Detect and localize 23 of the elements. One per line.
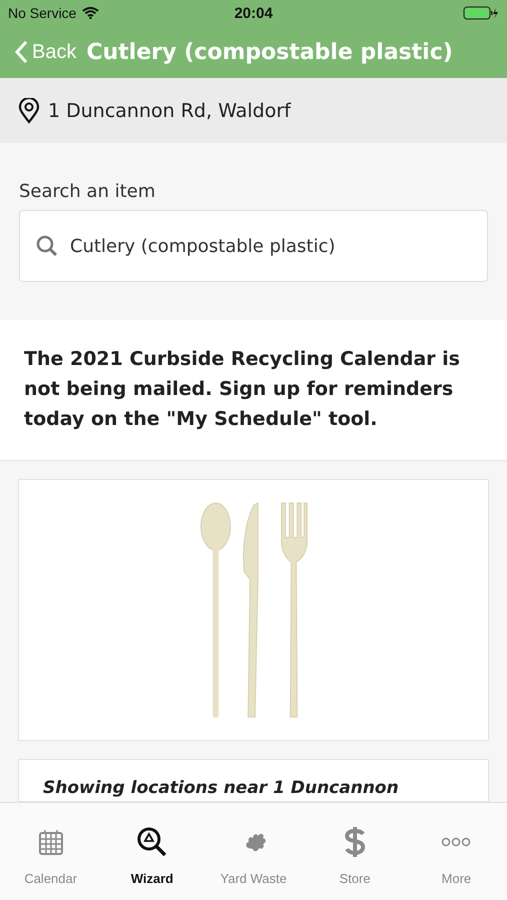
page-title: Cutlery (compostable plastic) <box>86 40 453 64</box>
chevron-left-icon <box>14 40 28 64</box>
search-label: Search an item <box>19 181 156 202</box>
address-text: 1 Duncannon Rd, Waldorf <box>48 100 291 122</box>
tab-bar-item[interactable]: Wizard <box>101 803 203 900</box>
tab-bar-item[interactable]: Yard Waste <box>202 803 304 900</box>
battery-icon <box>463 6 499 20</box>
dollar-icon <box>344 826 366 858</box>
tab-bar-item[interactable]: More <box>406 803 507 900</box>
notice-text: The 2021 Curbside Recycling Calendar is not being mailed. Sign up for reminders today on the "My Schedule" tool. <box>24 347 461 432</box>
search-field[interactable]: Cutlery (compostable plastic) <box>19 210 488 282</box>
magnifier-recycle-icon <box>137 827 168 857</box>
calendar-icon <box>38 829 63 855</box>
more-icon <box>441 837 472 847</box>
carrier-text: No Service <box>8 5 76 21</box>
wifi-icon <box>82 7 100 19</box>
locations-heading: Showing locations near 1 Duncannon <box>43 778 399 798</box>
search-icon <box>36 235 58 257</box>
location-pin-icon <box>18 98 40 124</box>
clock-text: 20:04 <box>234 4 273 22</box>
tab-bar-item[interactable]: Calendar <box>0 803 102 900</box>
tab-bar-item[interactable]: Store <box>304 803 406 900</box>
back-button[interactable]: Back <box>14 40 76 64</box>
